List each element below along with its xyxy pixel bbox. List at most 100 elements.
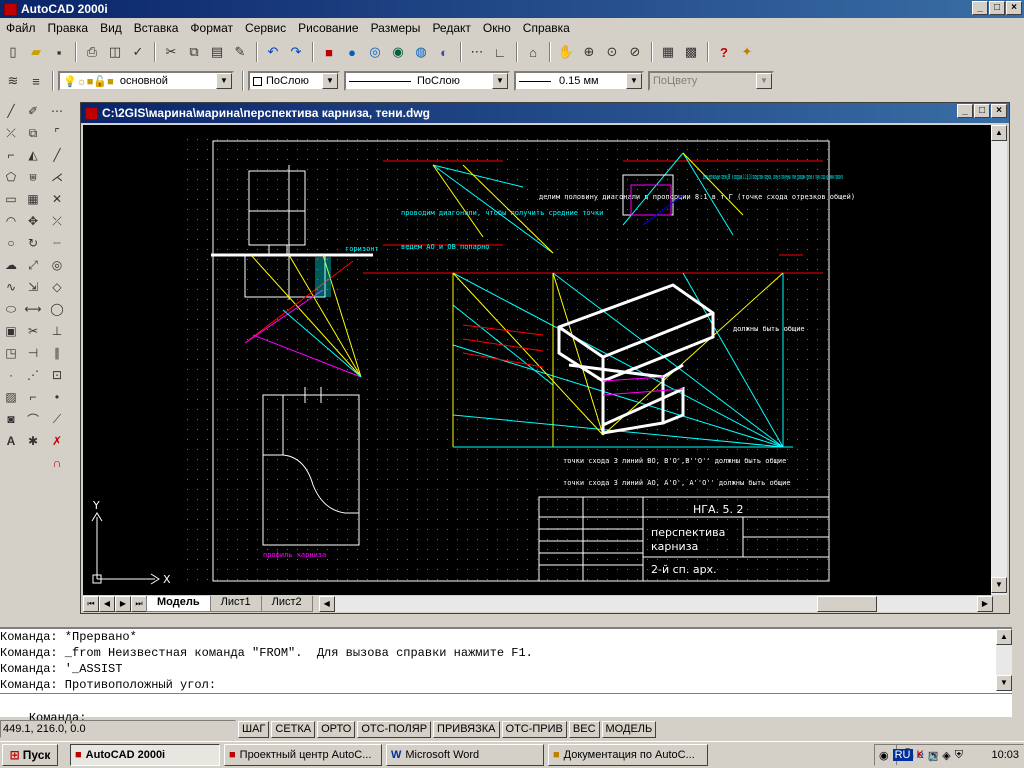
scroll-down-icon[interactable]: ▼	[996, 675, 1012, 691]
polyline-icon[interactable]: ⌐	[0, 144, 22, 166]
copy-object-icon[interactable]: ⧉	[22, 122, 44, 144]
rectangle-icon[interactable]: ▭	[0, 188, 22, 210]
help-icon[interactable]: ?	[713, 41, 735, 63]
dropdown-arrow-icon[interactable]: ▼	[216, 73, 232, 89]
ellipse-icon[interactable]: ⬭	[0, 298, 22, 320]
task-autocad[interactable]: ■ AutoCAD 2000i	[70, 744, 220, 766]
linetype-control[interactable]: ПоСлою ▼	[344, 71, 510, 91]
line-icon[interactable]: ╱	[0, 100, 22, 122]
meet-now-icon[interactable]: ◉	[387, 41, 409, 63]
ai-assist-icon[interactable]: ✦	[736, 41, 758, 63]
doc-minimize-button[interactable]: _	[957, 104, 973, 118]
hatch-icon[interactable]: ▨	[0, 386, 22, 408]
snap-perpendicular-icon[interactable]: ⊥	[46, 320, 68, 342]
array-icon[interactable]: ▦	[22, 188, 44, 210]
undo-icon[interactable]: ↶	[262, 41, 284, 63]
toggle-otrack[interactable]: ОТС-ПРИВ	[501, 720, 567, 738]
break-icon[interactable]: ⋰	[22, 364, 44, 386]
print-icon[interactable]: ⎙	[81, 41, 103, 63]
publish-web-icon[interactable]: ◍	[410, 41, 432, 63]
cut-icon[interactable]: ✂	[160, 41, 182, 63]
layer-control[interactable]: 💡☼■🔓■ основной ▼	[58, 71, 234, 91]
model-space-canvas[interactable]: горизонт профиль карниза проводим диагон…	[83, 125, 991, 595]
scroll-left-icon[interactable]: ◀	[318, 596, 335, 612]
menu-window[interactable]: Окно	[477, 21, 517, 35]
insert-block-icon[interactable]: ▣	[0, 320, 22, 342]
snap-intersection-icon[interactable]: ✕	[46, 188, 68, 210]
toggle-ortho[interactable]: ОРТО	[317, 720, 356, 738]
drawing-title-bar[interactable]: C:\2GIS\марина\марина\перспектива карниз…	[81, 103, 1009, 123]
toggle-osnap[interactable]: ПРИВЯЗКА	[433, 720, 500, 738]
task-word[interactable]: W Microsoft Word	[386, 744, 544, 766]
tab-model[interactable]: Модель	[146, 596, 211, 612]
lineweight-control[interactable]: 0.15 мм ▼	[514, 71, 644, 91]
temp-track-icon[interactable]: ⋯	[46, 100, 68, 122]
offset-icon[interactable]: ⩐	[22, 166, 44, 188]
scroll-right-icon[interactable]: ▶	[977, 596, 993, 612]
menu-help[interactable]: Справка	[517, 21, 576, 35]
menu-format[interactable]: Формат	[184, 21, 239, 35]
autocad-icon[interactable]	[4, 2, 17, 16]
command-window[interactable]: Команда: *Прервано* Команда: _from Неизв…	[0, 627, 1012, 725]
revcloud-icon[interactable]: ☁	[0, 254, 22, 276]
today-icon[interactable]: ●	[341, 41, 363, 63]
hyperlink-icon[interactable]: ■	[318, 41, 340, 63]
fillet-icon[interactable]: ⌒	[22, 408, 44, 430]
menu-edit[interactable]: Правка	[42, 21, 95, 35]
snap-quadrant-icon[interactable]: ◇	[46, 276, 68, 298]
stretch-icon[interactable]: ⇲	[22, 276, 44, 298]
prev-tab-icon[interactable]: ◀	[99, 596, 115, 612]
snap-parallel-icon[interactable]: ∥	[46, 342, 68, 364]
menu-tools[interactable]: Сервис	[239, 21, 292, 35]
aerial-view-icon[interactable]: ⌂	[522, 41, 544, 63]
pan-icon[interactable]: ✋	[555, 41, 577, 63]
first-tab-icon[interactable]: ⏮	[83, 596, 99, 612]
menu-insert[interactable]: Вставка	[128, 21, 185, 35]
snap-node-icon[interactable]: •	[46, 386, 68, 408]
toggle-model[interactable]: МОДЕЛЬ	[601, 720, 657, 738]
scroll-down-icon[interactable]: ▼	[991, 577, 1007, 593]
mirror-icon[interactable]: ◭	[22, 144, 44, 166]
minimize-button[interactable]: _	[972, 1, 988, 15]
app-title-bar[interactable]: AutoCAD 2000i _ □ ×	[0, 0, 1024, 18]
color-control[interactable]: ПоСлою ▼	[248, 71, 340, 91]
mtext-icon[interactable]: A	[0, 430, 22, 452]
make-block-icon[interactable]: ◳	[0, 342, 22, 364]
doc-maximize-button[interactable]: □	[974, 104, 990, 118]
antivirus-icon[interactable]: K	[917, 749, 924, 761]
task-documentation[interactable]: ■ Документация по AutoC...	[548, 744, 708, 766]
object-snap-icon[interactable]: ⋯	[466, 41, 488, 63]
toggle-polar[interactable]: ОТС-ПОЛЯР	[357, 720, 432, 738]
speaker-icon[interactable]: 🔈	[928, 749, 942, 762]
toggle-grid[interactable]: СЕТКА	[271, 720, 316, 738]
redo-icon[interactable]: ↷	[285, 41, 307, 63]
lengthen-icon[interactable]: ⟷	[22, 298, 44, 320]
construction-line-icon[interactable]: ⤫	[0, 122, 22, 144]
toggle-lineweight[interactable]: ВЕС	[568, 720, 600, 738]
design-center-icon[interactable]: ▩	[680, 41, 702, 63]
polygon-icon[interactable]: ⬠	[0, 166, 22, 188]
last-tab-icon[interactable]: ⏭	[131, 596, 147, 612]
zoom-realtime-icon[interactable]: ⊕	[578, 41, 600, 63]
zoom-window-icon[interactable]: ⊙	[601, 41, 623, 63]
zoom-previous-icon[interactable]: ⊘	[624, 41, 646, 63]
snap-apparent-icon[interactable]: ⤫	[46, 210, 68, 232]
ucs-icon[interactable]: ∟	[489, 41, 511, 63]
properties-icon[interactable]: ▦	[657, 41, 679, 63]
snap-center-icon[interactable]: ◎	[46, 254, 68, 276]
toggle-snap[interactable]: ШАГ	[238, 720, 270, 738]
new-icon[interactable]: ▯	[2, 41, 24, 63]
menu-draw[interactable]: Рисование	[292, 21, 364, 35]
arc-icon[interactable]: ◠	[0, 210, 22, 232]
preview-icon[interactable]: ◫	[104, 41, 126, 63]
save-icon[interactable]: ▪	[48, 41, 70, 63]
volume-icon[interactable]: ◉	[879, 749, 889, 762]
clock[interactable]: 10:03	[991, 749, 1019, 761]
extend-icon[interactable]: ⊣	[22, 342, 44, 364]
open-icon[interactable]: ▰	[25, 41, 47, 63]
drawing-icon[interactable]	[85, 106, 98, 120]
chamfer-icon[interactable]: ⌐	[22, 386, 44, 408]
region-icon[interactable]: ◙	[0, 408, 22, 430]
doc-close-button[interactable]: ×	[991, 104, 1007, 118]
make-current-icon[interactable]: ≡	[25, 70, 47, 92]
